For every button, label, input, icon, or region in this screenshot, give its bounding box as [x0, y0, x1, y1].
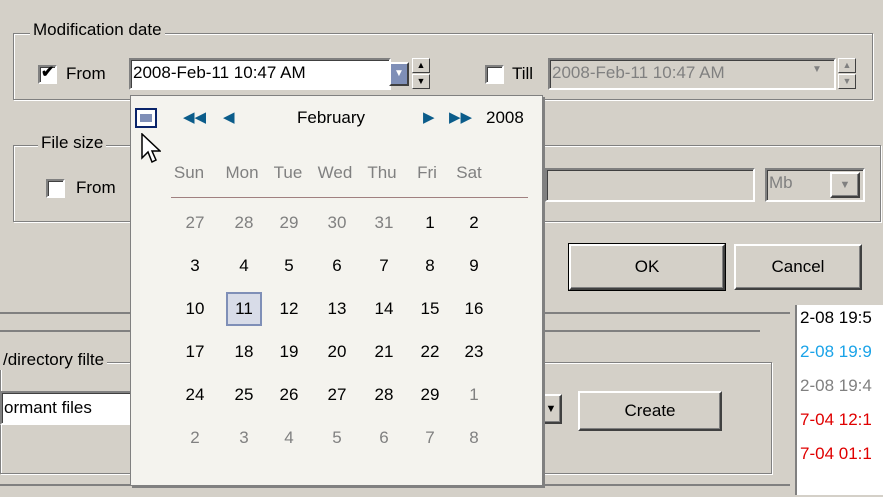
- calendar-day[interactable]: 29: [412, 378, 448, 412]
- weekday-label: Wed: [317, 163, 353, 182]
- till-date-label: Till: [512, 64, 534, 83]
- filter-dropdown-button[interactable]: ▼: [540, 394, 562, 424]
- weekday-label: Mon: [225, 163, 259, 182]
- calendar-day[interactable]: 4: [271, 421, 307, 455]
- calendar-day[interactable]: 3: [177, 249, 213, 283]
- calendar-day[interactable]: 6: [319, 249, 355, 283]
- file-size-from-checkbox[interactable]: [46, 179, 65, 198]
- calendar-month[interactable]: February: [261, 104, 401, 132]
- calendar-icon[interactable]: [135, 108, 157, 128]
- calendar-day[interactable]: 12: [271, 292, 307, 326]
- calendar-day[interactable]: 19: [271, 335, 307, 369]
- calendar-day[interactable]: 7: [412, 421, 448, 455]
- file-list-item[interactable]: 2-08 19:4: [800, 376, 872, 396]
- calendar-day[interactable]: 26: [271, 378, 307, 412]
- weekday-label: Sun: [173, 163, 205, 182]
- weekday-label: Sat: [456, 163, 482, 182]
- calendar-day[interactable]: 13: [319, 292, 355, 326]
- calendar-day[interactable]: 28: [366, 378, 402, 412]
- calendar-day[interactable]: 6: [366, 421, 402, 455]
- mouse-cursor-icon: [141, 133, 161, 164]
- calendar-day[interactable]: 5: [271, 249, 307, 283]
- calendar-day[interactable]: 21: [366, 335, 402, 369]
- calendar-day[interactable]: 27: [319, 378, 355, 412]
- calendar-day[interactable]: 20: [319, 335, 355, 369]
- calendar-day[interactable]: 25: [226, 378, 262, 412]
- previous-month-icon[interactable]: ◀: [223, 104, 235, 132]
- file-list-item[interactable]: 7-04 01:1: [800, 444, 872, 464]
- calendar-day[interactable]: 7: [366, 249, 402, 283]
- next-year-icon[interactable]: ▶▶: [449, 104, 472, 132]
- calendar-day[interactable]: 15: [412, 292, 448, 326]
- till-date-checkbox[interactable]: [485, 65, 504, 84]
- next-month-icon[interactable]: ▶: [423, 104, 435, 132]
- calendar-day[interactable]: 23: [456, 335, 492, 369]
- weekday-separator: [171, 197, 528, 198]
- file-list-item[interactable]: 2-08 19:5: [800, 308, 872, 328]
- calendar-popup[interactable]: ◀◀ ◀ February ▶ ▶▶ 2008 Sun Mon Tue Wed Thu F…: [130, 95, 543, 486]
- file-size-from-label: From: [76, 178, 116, 197]
- calendar-day[interactable]: 5: [319, 421, 355, 455]
- calendar-day[interactable]: 14: [366, 292, 402, 326]
- previous-year-icon[interactable]: ◀◀: [183, 104, 206, 132]
- till-date-spin-up[interactable]: ▲: [838, 58, 856, 73]
- calendar-day[interactable]: 24: [177, 378, 213, 412]
- unit-dropdown-button[interactable]: ▼: [830, 172, 860, 198]
- weekday-label: Thu: [367, 163, 397, 182]
- calendar-day[interactable]: 22: [412, 335, 448, 369]
- calendar-day[interactable]: 9: [456, 249, 492, 283]
- calendar-day[interactable]: 1: [412, 206, 448, 240]
- ok-button[interactable]: OK: [568, 243, 726, 291]
- from-date-label: From: [66, 64, 106, 83]
- calendar-day[interactable]: 16: [456, 292, 492, 326]
- file-list-item[interactable]: 7-04 12:1: [800, 410, 872, 430]
- file-size-title: File size: [38, 133, 107, 153]
- from-date-checkbox[interactable]: ✔: [38, 64, 57, 84]
- calendar-day[interactable]: 1: [456, 378, 492, 412]
- create-button[interactable]: Create: [578, 391, 722, 431]
- calendar-day[interactable]: 8: [456, 421, 492, 455]
- from-date-spin-down[interactable]: ▼: [412, 74, 430, 89]
- till-date-dropdown-icon[interactable]: ▼: [812, 64, 822, 75]
- calendar-day-selected[interactable]: 11: [226, 292, 262, 326]
- calendar-day[interactable]: 3: [226, 421, 262, 455]
- calendar-day[interactable]: 29: [271, 206, 307, 240]
- calendar-day[interactable]: 17: [177, 335, 213, 369]
- calendar-header: ◀◀ ◀ February ▶ ▶▶ 2008: [131, 96, 542, 142]
- weekday-label: Tue: [273, 163, 303, 182]
- calendar-day[interactable]: 8: [412, 249, 448, 283]
- file-list-item[interactable]: 2-08 19:9: [800, 342, 872, 362]
- calendar-day[interactable]: 2: [177, 421, 213, 455]
- from-date-spin-up[interactable]: ▲: [412, 58, 430, 73]
- chevron-down-icon: ▼: [394, 68, 404, 79]
- cancel-button[interactable]: Cancel: [734, 244, 862, 290]
- modification-date-title: Modification date: [30, 20, 165, 40]
- from-date-dropdown-button[interactable]: ▼: [389, 62, 409, 86]
- calendar-day[interactable]: 18: [226, 335, 262, 369]
- calendar-day[interactable]: 10: [177, 292, 213, 326]
- calendar-day[interactable]: 30: [319, 206, 355, 240]
- right-file-list[interactable]: [795, 305, 883, 495]
- calendar-year[interactable]: 2008: [486, 104, 524, 132]
- filter-select[interactable]: ormant files: [0, 391, 140, 425]
- till-date-field[interactable]: 2008-Feb-11 10:47 AM: [548, 58, 836, 90]
- directory-filter-title: /directory filte: [0, 350, 108, 370]
- from-date-field[interactable]: 2008-Feb-11 10:47 AM: [129, 58, 391, 90]
- calendar-day[interactable]: 4: [226, 249, 262, 283]
- calendar-day[interactable]: 27: [177, 206, 213, 240]
- weekday-label: Fri: [417, 163, 437, 182]
- calendar-day[interactable]: 2: [456, 206, 492, 240]
- calendar-day[interactable]: 28: [226, 206, 262, 240]
- check-mark-icon: ✔: [41, 64, 55, 81]
- calendar-day[interactable]: 31: [366, 206, 402, 240]
- till-date-spin-down[interactable]: ▼: [838, 74, 856, 89]
- file-size-max-field[interactable]: [545, 168, 755, 202]
